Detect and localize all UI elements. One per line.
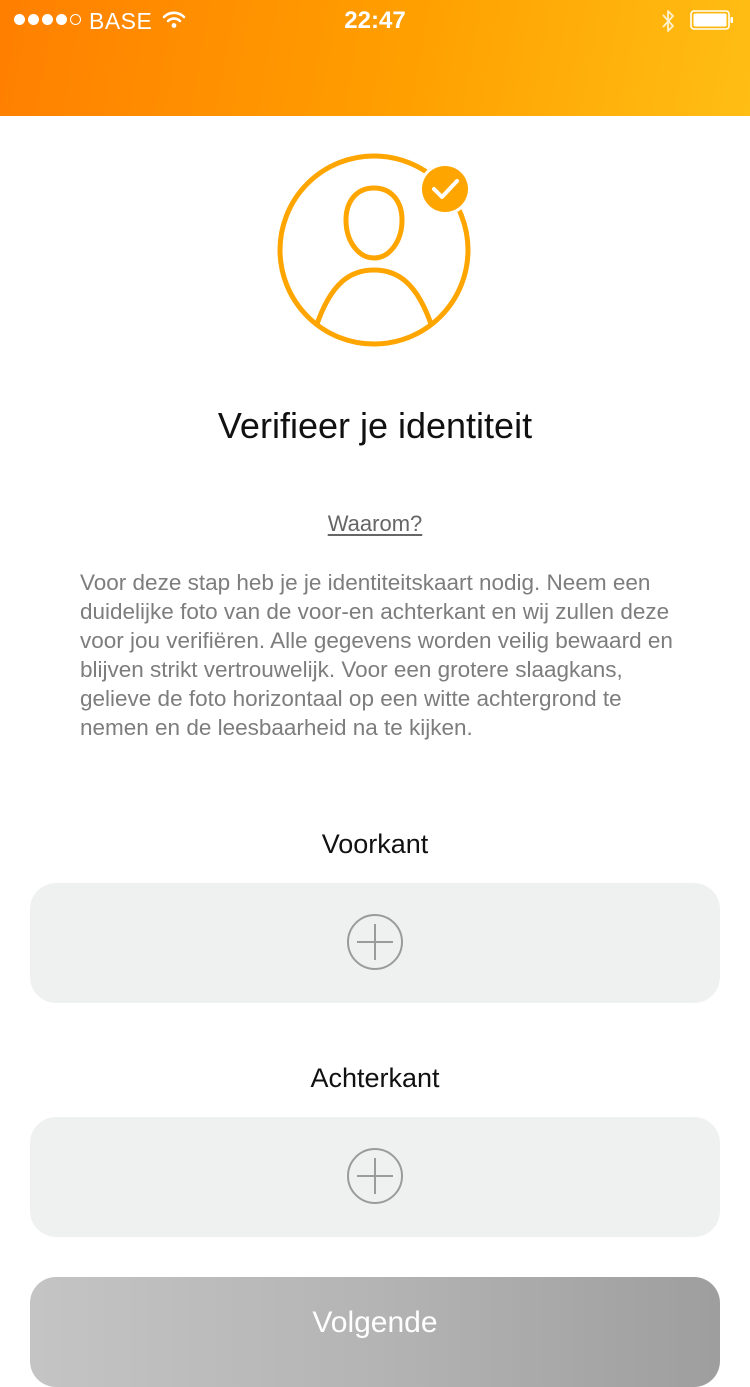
status-time: 22:47 [344, 7, 406, 34]
front-label: Voorkant [321, 829, 429, 859]
next-button[interactable]: Volgende [30, 1277, 720, 1387]
status-bar: BASE 22:47 [0, 0, 750, 42]
back-upload-box[interactable] [30, 1117, 720, 1237]
plus-circle-icon [347, 914, 403, 970]
why-link-row: Waarom? [0, 511, 750, 537]
back-label: Achterkant [310, 1063, 440, 1093]
plus-circle-icon [347, 1148, 403, 1204]
page-title: Verifieer je identiteit [217, 405, 533, 446]
header-bar: BASE 22:47 [0, 0, 750, 116]
why-link[interactable]: Waarom? [328, 511, 423, 536]
user-verified-icon [277, 153, 471, 347]
next-button-label: Volgende [312, 1306, 438, 1339]
bluetooth-icon [662, 10, 674, 32]
description-text: Voor deze stap heb je je identiteitskaar… [80, 570, 673, 740]
battery-icon [690, 10, 733, 30]
front-upload-box[interactable] [30, 883, 720, 1003]
